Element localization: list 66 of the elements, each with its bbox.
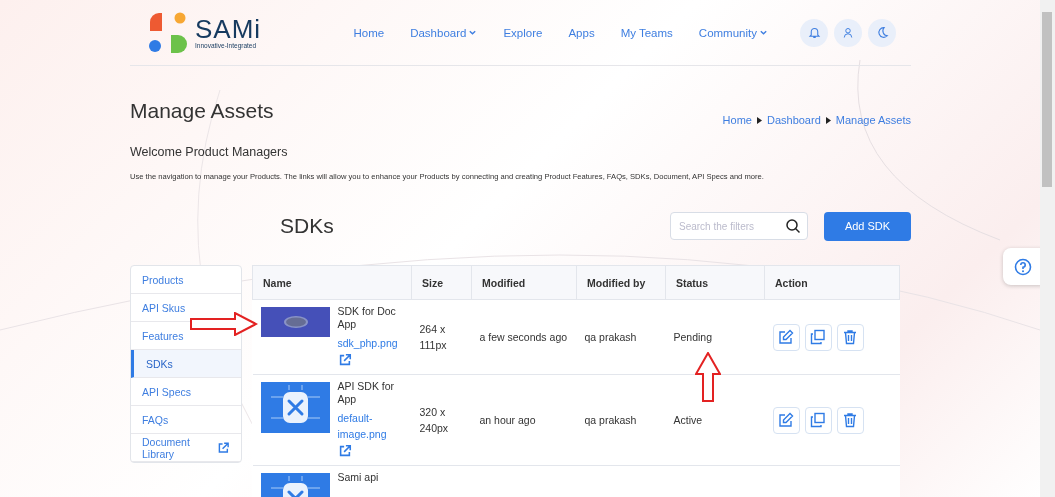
scrollbar-thumb[interactable] [1042,12,1052,187]
breadcrumb-link[interactable]: Dashboard [766,114,821,126]
trash-icon[interactable] [842,412,858,428]
add-sdk-button[interactable]: Add SDK [824,211,911,241]
breadcrumb-link[interactable]: Home [722,114,752,126]
search-icon[interactable] [785,218,801,234]
external-link-icon[interactable] [337,444,352,458]
sdk-name: API SDK for App [337,380,396,406]
status-text: Active [673,414,703,426]
modified-by-text: qa prakash [584,331,637,343]
welcome-heading: Welcome Product Managers [130,145,289,159]
breadcrumb-link[interactable]: Manage Assets [835,114,911,126]
search-field[interactable]: Search the filters [670,212,808,240]
file-link[interactable]: default-image.png [337,410,404,442]
nav-link[interactable]: Home [353,26,385,39]
edit-button[interactable] [772,323,800,351]
delete-button[interactable] [836,323,864,351]
external-link-icon[interactable] [217,440,230,455]
nav-link[interactable]: My Teams [620,26,673,39]
size-text: 264 x 111px [419,322,448,353]
sdk-name: SDK for Doc App [337,305,397,331]
help-button[interactable] [1003,248,1043,285]
sidebar-item[interactable]: Document Library [131,434,241,462]
column-header[interactable]: Modified by [576,265,666,300]
nav-link[interactable]: Dashboard [410,26,467,39]
sidebar-item[interactable]: FAQs [131,406,241,434]
sdk-name: Sami api [337,471,380,484]
modified-text: an hour ago [479,414,536,426]
help-icon[interactable] [1014,257,1032,276]
size-text: 320 x 240px [419,405,450,436]
column-header[interactable]: Status [665,265,765,300]
caret-right-icon [825,116,831,124]
modified-text: a few seconds ago [479,331,568,343]
nav-link[interactable]: Explore [503,26,543,39]
file-link[interactable]: sdk_php.png [337,335,404,351]
page-title: Manage Assets [130,99,274,123]
delete-button[interactable] [836,406,864,434]
sidebar-item[interactable]: Products [131,266,241,294]
column-header[interactable]: Modified [471,265,577,300]
column-header[interactable]: Name [252,265,412,300]
section-title: SDKs [280,214,334,238]
column-header[interactable]: Action [764,265,900,300]
copy-button[interactable] [804,406,832,434]
modified-by-text: qa prakash [584,414,637,426]
trash-icon[interactable] [842,329,858,345]
bell-icon[interactable] [800,18,828,47]
search-input[interactable]: Search the filters [677,219,781,233]
moon-icon[interactable] [868,18,896,47]
external-link-icon[interactable] [337,353,352,367]
nav-link[interactable]: Apps [568,26,595,39]
user-icon[interactable] [834,18,862,47]
logo-name: SAMi [195,16,262,42]
status-text: Pending [673,331,713,343]
copy-icon[interactable] [810,329,826,345]
copy-icon[interactable] [810,412,826,428]
annotation-arrow-overlay [695,352,721,402]
edit-icon[interactable] [778,329,794,345]
column-header[interactable]: Size [411,265,472,300]
logo-icon[interactable] [147,11,189,54]
nav-link[interactable]: Community [698,26,757,39]
edit-icon[interactable] [778,412,794,428]
edit-button[interactable] [772,406,800,434]
caret-right-icon [756,116,762,124]
sidebar-item[interactable]: SDKs [131,350,241,378]
copy-button[interactable] [804,323,832,351]
sidebar-item[interactable]: API Specs [131,378,241,406]
